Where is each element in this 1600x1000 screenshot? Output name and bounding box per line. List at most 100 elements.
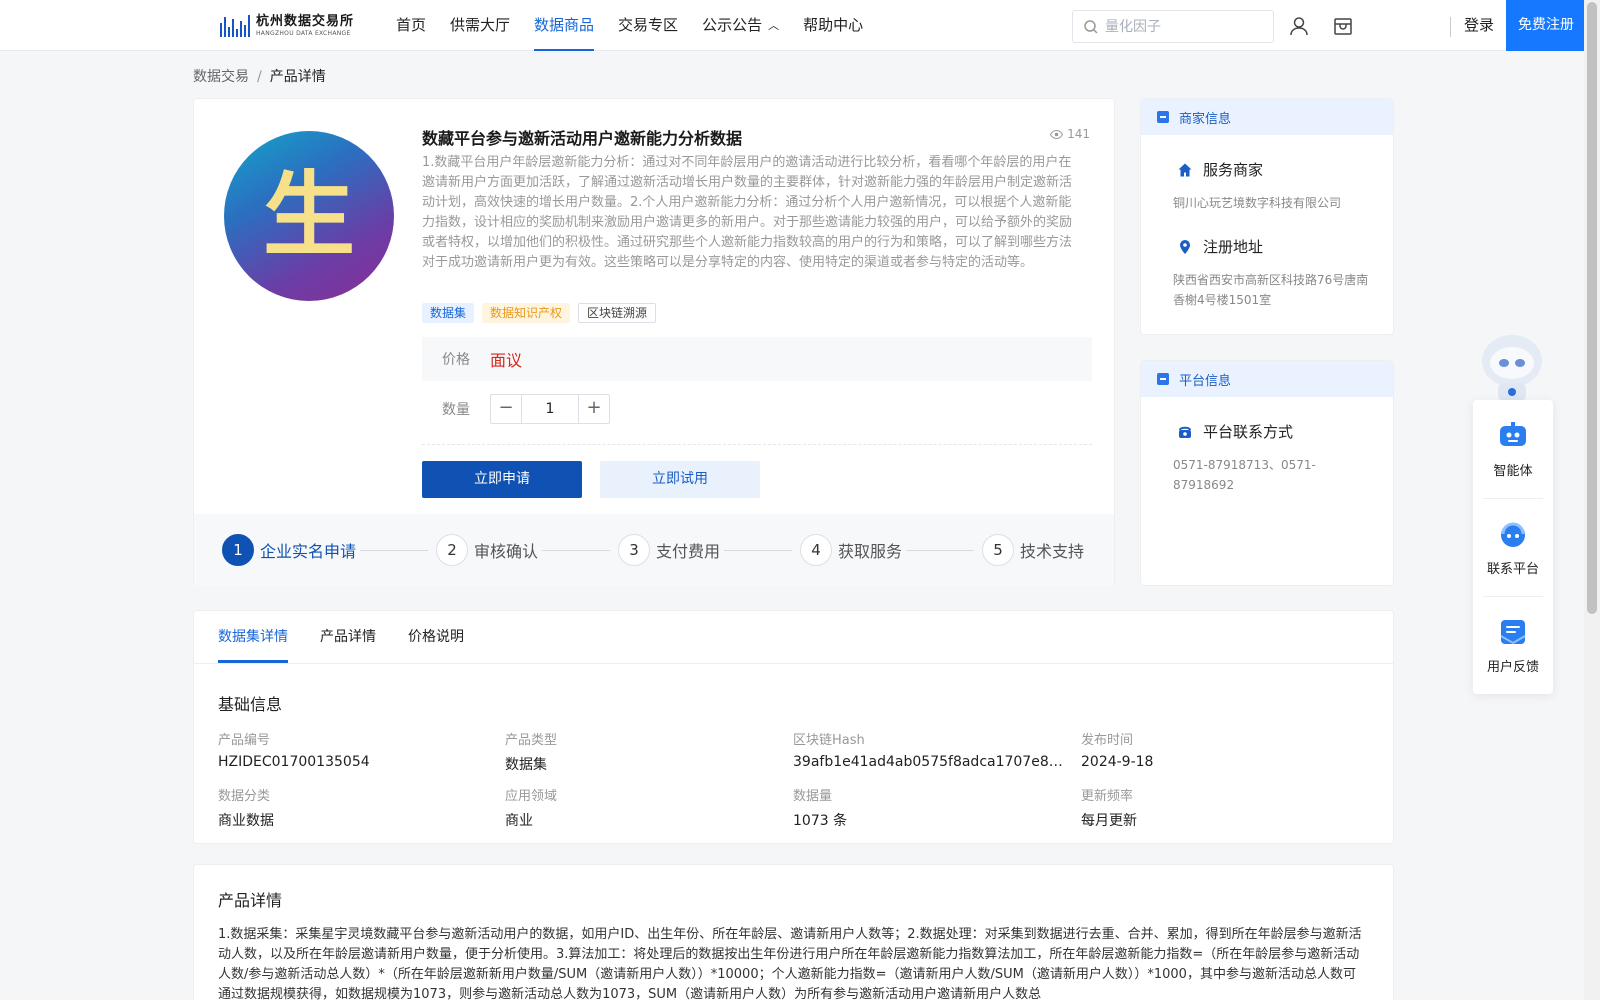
address-row: 注册地址 [1177,236,1263,257]
breadcrumb-root[interactable]: 数据交易 [193,69,249,85]
step-connector [360,550,428,551]
field-key: 产品编号 [218,733,271,748]
home-icon [1178,163,1192,176]
field-value: 商业 [505,813,533,829]
step-label: 企业实名申请 [260,542,357,561]
float-agent[interactable]: 智能体 [1473,400,1553,497]
product-detail-card: 产品详情 1.数据采集：采集星宇灵境数藏平台参与邀新活动用户的数据，如用户ID、… [193,864,1394,1000]
nav-announcements-label: 公示公告 [702,16,763,34]
apply-button[interactable]: 立即申请 [422,461,582,498]
nav-trade-zone[interactable]: 交易专区 [618,0,678,51]
platform-info-icon [1157,373,1169,385]
step-connector [542,550,610,551]
field-value: 1073 条 [793,813,848,829]
detail-card: 数据集详情 产品详情 价格说明 基础信息 产品编号 HZIDEC017001350… [193,610,1394,844]
headset-icon [1501,522,1525,547]
product-detail-text: 1.数据采集：采集星宇灵境数藏平台参与邀新活动用户的数据，如用户ID、出生年份、… [218,927,1362,1000]
logo-subtitle: HANGZHOU DATA EXCHANGE [256,30,351,37]
tab-dataset-details[interactable]: 数据集详情 [218,611,288,663]
product-detail-title: 产品详情 [218,891,283,910]
platform-panel-title: 平台信息 [1179,373,1232,389]
tab-product-details[interactable]: 产品详情 [320,611,376,663]
minus-icon[interactable]: − [491,395,521,423]
field-key: 产品类型 [505,733,558,748]
step-3: 3 支付费用 [618,534,720,566]
step-connector [724,550,792,551]
view-count: 141 [1050,127,1090,141]
process-steps: 1 企业实名申请 2 审核确认 3 支付费用 4 获取服务 5 技术支持 [194,514,1114,586]
field-data-category: 数据分类 商业数据 [218,785,488,830]
main-nav: 首页 供需大厅 数据商品 交易专区 公示公告 ︿ 帮助中心 [396,0,887,51]
field-key: 更新频率 [1081,789,1134,804]
field-value: 数据集 [505,757,547,773]
float-feedback-label: 用户反馈 [1486,660,1539,675]
header-divider [1450,17,1451,37]
step-number: 5 [982,534,1014,566]
product-tags: 数据集 数据知识产权 区块链溯源 [422,303,657,323]
service-merchant-row: 服务商家 [1177,159,1263,180]
field-data-volume: 数据量 1073 条 [793,785,1063,830]
field-product-id: 产品编号 HZIDEC01700135054 [218,729,488,770]
search-box [1072,10,1274,43]
nav-supply-demand[interactable]: 供需大厅 [450,0,510,51]
field-value: HZIDEC01700135054 [218,754,370,770]
platform-panel-header: 平台信息 [1141,361,1393,397]
nav-home[interactable]: 首页 [396,0,426,51]
merchant-panel-header: 商家信息 [1141,99,1393,135]
quantity-row: 数量 − 1 + [422,393,610,425]
step-number: 2 [436,534,468,566]
trial-button[interactable]: 立即试用 [600,461,760,498]
field-blockchain-hash: 区块链Hash 39afb1e41ad4ab0575f8adca1707e8913… [793,729,1063,770]
address-label: 注册地址 [1203,238,1264,256]
login-link[interactable]: 登录 [1464,0,1494,51]
field-publish-date: 发布时间 2024-9-18 [1081,729,1351,770]
field-product-type: 产品类型 数据集 [505,729,775,774]
site-logo[interactable]: 杭州数据交易所 HANGZHOU DATA EXCHANGE [220,12,360,40]
product-logo: 生 [224,131,394,301]
merchant-info-icon [1157,111,1169,123]
chevron-up-icon: ︿ [768,19,780,32]
service-merchant-value: 铜川心玩艺境数字科技有限公司 [1173,196,1342,210]
detail-tabs: 数据集详情 产品详情 价格说明 [218,611,496,663]
scrollbar-thumb[interactable] [1587,2,1597,614]
logo-mark [220,15,250,37]
nav-help[interactable]: 帮助中心 [803,0,863,51]
step-label: 技术支持 [1020,542,1085,561]
breadcrumb-current: 产品详情 [269,69,326,85]
merchant-panel: 商家信息 服务商家 铜川心玩艺境数字科技有限公司 注册地址 陕西省西安市高新区科… [1140,98,1394,335]
field-key: 数据量 [793,789,833,804]
nav-data-products[interactable]: 数据商品 [534,0,595,51]
field-key: 数据分类 [218,789,271,804]
step-5: 5 技术支持 [982,534,1084,566]
quantity-label: 数量 [442,402,470,418]
nav-announcements[interactable]: 公示公告 ︿ [702,0,779,51]
phone-icon [1179,426,1191,438]
step-number: 3 [618,534,650,566]
step-label: 支付费用 [656,542,721,561]
tab-price-notes[interactable]: 价格说明 [408,611,464,663]
address-value: 陕西省西安市高新区科技路76号唐南香榭4号楼1501室 [1173,273,1369,307]
tag-ip: 数据知识产权 [482,303,571,323]
feedback-mail-icon [1500,620,1526,645]
basic-info-title: 基础信息 [218,695,283,714]
platform-panel: 平台信息 平台联系方式 0571-87918713、0571-87918692 [1140,360,1394,586]
page-scrollbar[interactable] [1584,0,1600,1000]
plus-icon[interactable]: + [579,395,609,423]
divider [422,444,1092,445]
search-input[interactable] [1105,18,1255,35]
user-icon[interactable] [1288,15,1310,37]
store-icon[interactable] [1332,15,1354,37]
step-connector [906,550,974,551]
float-feedback[interactable]: 用户反馈 [1473,596,1553,693]
top-header: 杭州数据交易所 HANGZHOU DATA EXCHANGE 首页 供需大厅 数… [0,0,1586,51]
float-contact[interactable]: 联系平台 [1473,498,1553,595]
step-number: 1 [222,534,254,566]
step-1: 1 企业实名申请 [222,534,356,566]
step-label: 审核确认 [474,542,539,561]
quantity-input[interactable]: 1 [521,395,579,423]
float-contact-label: 联系平台 [1486,562,1539,577]
register-button[interactable]: 免费注册 [1506,0,1586,51]
merchant-panel-title: 商家信息 [1179,111,1232,127]
field-value: 39afb1e41ad4ab0575f8adca1707e89132... [793,754,1063,770]
assistant-robot-icon[interactable] [1472,325,1552,403]
